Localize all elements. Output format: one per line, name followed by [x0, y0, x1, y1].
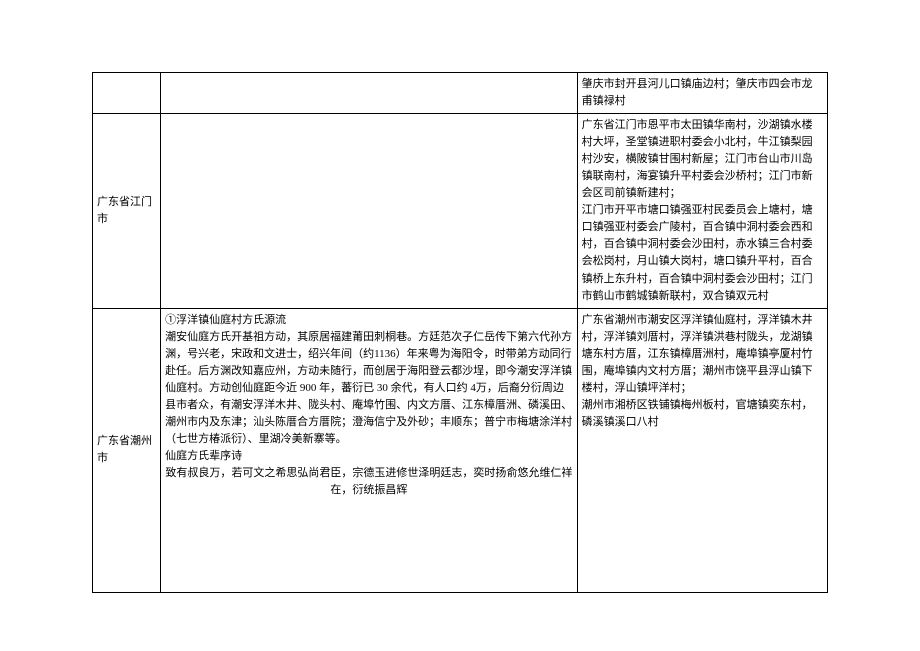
table-row: 广东省潮州市 ①浮洋镇仙庭村方氏源流 潮安仙庭方氏开基祖方动，其原居福建莆田刺桐…	[93, 308, 828, 593]
cell-desc: ①浮洋镇仙庭村方氏源流 潮安仙庭方氏开基祖方动，其原居福建莆田刺桐巷。方廷范次子…	[161, 308, 578, 593]
cell-villages: 广东省潮州市潮安区浮洋镇仙庭村，浮洋镇木井村，浮洋镇刘厝村，浮洋镇洪巷村陇头，龙…	[577, 308, 827, 593]
table-row: 广东省江门市 广东省江门市恩平市太田镇华南村，沙湖镇水楼村大坪，圣堂镇进职村委会…	[93, 114, 828, 309]
desc-para-4: 致有叔良万，若可文之希思弘尚君臣，宗德玉进修世泽明廷志，奕时扬俞悠允维仁祥在，衍…	[165, 465, 573, 499]
cell-desc	[161, 114, 578, 309]
desc-para-2: 潮安仙庭方氏开基祖方动，其原居福建莆田刺桐巷。方廷范次子仁岳传下第六代孙方渊，号…	[165, 329, 573, 448]
document-table: 肇庆市封开县河儿口镇庙边村；肇庆市四会市龙甫镇禄村 广东省江门市 广东省江门市恩…	[92, 72, 828, 593]
cell-region: 广东省江门市	[93, 114, 161, 309]
cell-villages: 广东省江门市恩平市太田镇华南村，沙湖镇水楼村大坪，圣堂镇进职村委会小北村，牛江镇…	[577, 114, 827, 309]
desc-para-1: ①浮洋镇仙庭村方氏源流	[165, 312, 573, 329]
cell-villages: 肇庆市封开县河儿口镇庙边村；肇庆市四会市龙甫镇禄村	[577, 73, 827, 114]
cell-desc	[161, 73, 578, 114]
desc-para-3: 仙庭方氏辈序诗	[165, 448, 573, 465]
cell-region	[93, 73, 161, 114]
cell-region: 广东省潮州市	[93, 308, 161, 593]
table-row: 肇庆市封开县河儿口镇庙边村；肇庆市四会市龙甫镇禄村	[93, 73, 828, 114]
